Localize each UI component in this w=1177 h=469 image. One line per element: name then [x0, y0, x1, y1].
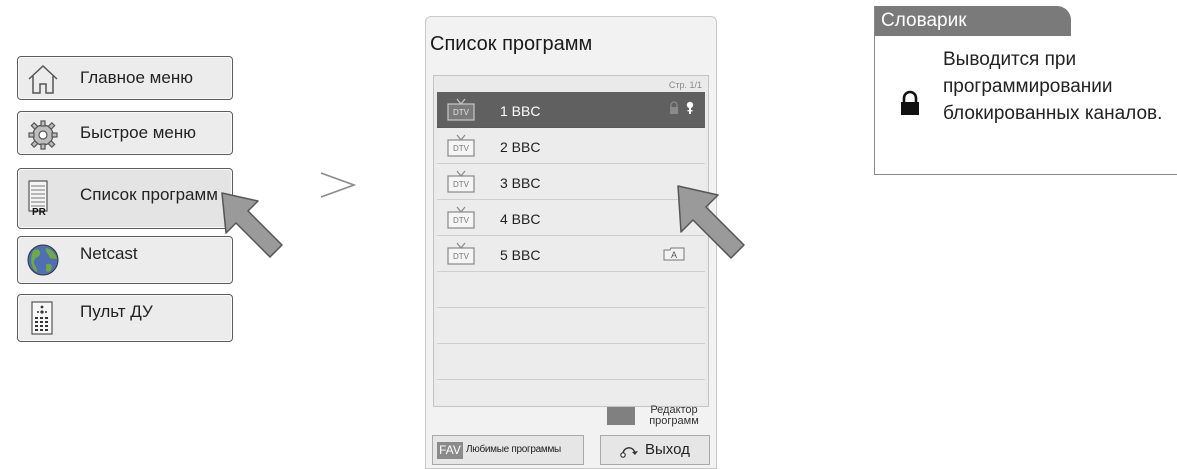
pointer-cursor-icon — [677, 185, 745, 259]
dtv-badge-icon: DTV — [447, 206, 475, 235]
gears-icon — [25, 116, 61, 152]
lock-icon — [669, 101, 679, 120]
channel-row[interactable]: DTV 5 BBC A — [437, 236, 705, 272]
dtv-badge-text: DTV — [453, 180, 470, 189]
dtv-badge-text: DTV — [453, 144, 470, 153]
menu-item-label: Быстрое меню — [80, 123, 197, 142]
menu-item-quick[interactable]: Быстрое меню — [17, 111, 233, 155]
dtv-badge-icon: DTV — [447, 170, 475, 199]
page-indicator: Стр. 1/1 — [668, 80, 702, 90]
globe-icon — [25, 242, 61, 278]
dtv-badge-text: DTV — [453, 108, 470, 117]
channel-name: 3 BBC — [500, 175, 541, 191]
pointer-cursor-icon — [221, 192, 283, 258]
channel-row[interactable]: DTV 1 BBC — [437, 92, 705, 128]
menu-item-label: Netcast — [80, 244, 138, 263]
favorites-button[interactable]: FAV Любимые программы — [432, 435, 584, 465]
menu-item-label: Пульт ДУ — [80, 302, 153, 321]
pr-text: PR — [32, 207, 46, 218]
exit-button[interactable]: Выход — [600, 435, 710, 465]
exit-label: Выход — [645, 441, 690, 458]
menu-item-main[interactable]: Главное меню — [17, 56, 233, 100]
menu-item-label: Главное меню — [80, 68, 193, 87]
channel-name: 5 BBC — [500, 247, 541, 263]
menu-item-program-list[interactable]: PR Список программ — [17, 168, 233, 229]
glossary-text: Выводится при программировании блокирова… — [943, 49, 1163, 124]
channel-name: 1 BBC — [500, 103, 541, 119]
channel-row[interactable]: DTV 2 BBC — [437, 128, 705, 164]
empty-row — [437, 380, 705, 404]
channel-name: 4 BBC — [500, 211, 541, 227]
panel-title: Список программ — [430, 33, 593, 55]
glossary-title: Словарик — [881, 10, 967, 31]
glossary-box: Словарик Выводится при программировании … — [874, 6, 1177, 175]
menu-item-netcast[interactable]: Netcast — [17, 236, 233, 284]
skip-pin-icon — [686, 101, 694, 120]
channel-row[interactable]: DTV 4 BBC — [437, 200, 705, 236]
menu-item-remote[interactable]: Пульт ДУ — [17, 294, 233, 342]
fav-key-label: FAV — [437, 442, 463, 459]
next-step-chevron-icon — [320, 172, 357, 198]
back-arrow-icon — [619, 444, 639, 463]
empty-row — [437, 272, 705, 308]
legend-label: Редактор программ — [649, 404, 699, 427]
menu-item-label: Список программ — [80, 185, 218, 204]
dtv-badge-icon: DTV — [447, 98, 475, 127]
lock-icon — [899, 90, 921, 121]
remote-control-icon — [25, 300, 61, 336]
channel-name: 2 BBC — [500, 139, 541, 155]
dtv-badge-text: DTV — [453, 252, 470, 261]
home-icon — [25, 61, 61, 97]
glossary-header: Словарик — [875, 6, 1071, 36]
favorites-label: Любимые программы — [466, 444, 561, 455]
legend-color-key — [607, 407, 635, 425]
empty-row — [437, 308, 705, 344]
dtv-badge-text: DTV — [453, 216, 470, 225]
dtv-badge-icon: DTV — [447, 134, 475, 163]
dtv-badge-icon: DTV — [447, 242, 475, 271]
empty-row — [437, 344, 705, 380]
channel-row[interactable]: DTV 3 BBC — [437, 164, 705, 200]
